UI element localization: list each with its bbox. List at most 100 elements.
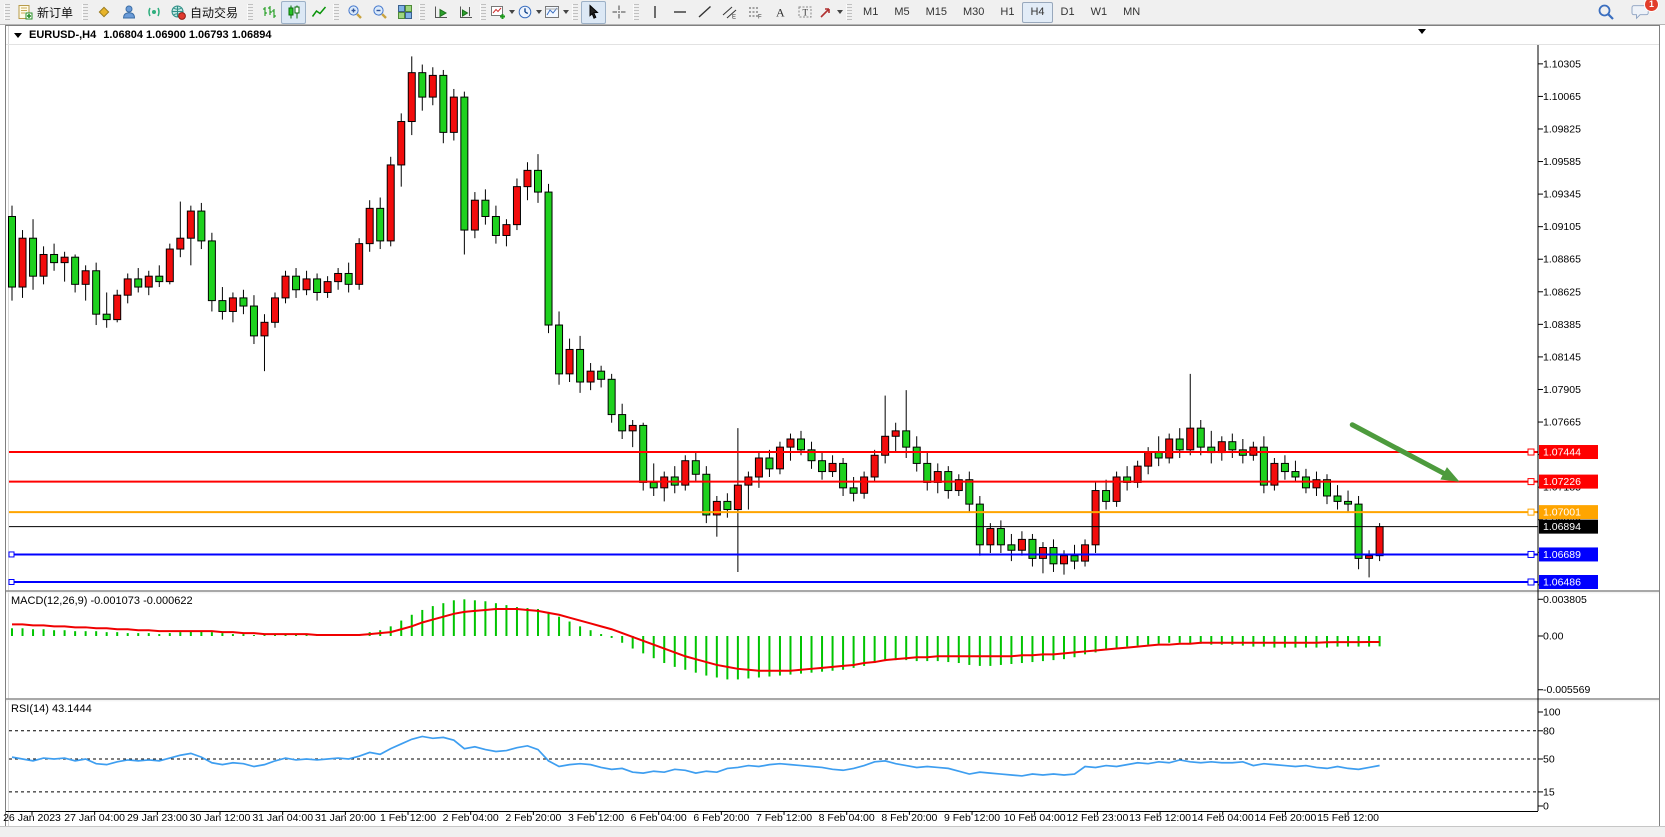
arrows-icon — [818, 4, 834, 20]
tile-windows-button[interactable] — [392, 1, 417, 24]
tf-D1-label: D1 — [1061, 6, 1075, 18]
line-anchor-icon[interactable] — [9, 579, 14, 584]
zoom-in-button[interactable] — [342, 1, 367, 24]
navigator-button[interactable] — [116, 1, 141, 24]
svg-text:3 Feb 12:00: 3 Feb 12:00 — [568, 812, 624, 824]
svg-text:10 Feb 04:00: 10 Feb 04:00 — [1004, 812, 1066, 824]
text-label-button[interactable]: T — [792, 1, 817, 24]
chart-canvas[interactable]: 1.103051.100651.098251.095851.093451.091… — [0, 0, 1665, 837]
svg-text:12 Feb 23:00: 12 Feb 23:00 — [1066, 812, 1128, 824]
cursor-button[interactable] — [581, 1, 606, 24]
bars-chart-icon — [261, 4, 277, 20]
templates-dropdown-caret[interactable] — [563, 10, 569, 14]
symbol-dropdown-icon[interactable] — [14, 33, 22, 38]
signals-button[interactable] — [141, 1, 166, 24]
search-button[interactable] — [1593, 1, 1618, 24]
trendline-button[interactable] — [692, 1, 717, 24]
new-order-button[interactable]: 新订单 — [13, 1, 80, 24]
fibonacci-icon: F — [747, 4, 763, 20]
crosshair-icon — [611, 4, 627, 20]
zoom-out-button[interactable] — [367, 1, 392, 24]
svg-text:0: 0 — [1543, 801, 1549, 813]
auto-trading-button[interactable]: 自动交易 — [166, 1, 245, 24]
tf-M1-button[interactable]: M1 — [855, 2, 886, 23]
toolbar-right: 1 — [1593, 1, 1663, 24]
tf-D1-button[interactable]: D1 — [1053, 2, 1083, 23]
svg-text:1.08625: 1.08625 — [1543, 286, 1581, 298]
toolbar-grip — [480, 4, 486, 20]
arrows-button[interactable] — [817, 1, 844, 24]
bars-chart-button[interactable] — [256, 1, 281, 24]
new-order-icon — [17, 4, 33, 20]
crosshair-button[interactable] — [606, 1, 631, 24]
chart-shift-icon — [458, 4, 474, 20]
cursor-icon — [586, 4, 602, 20]
chart-symbol-period: EURUSD-,H4 — [29, 29, 96, 41]
auto-trading-icon — [170, 4, 186, 20]
indicators-icon — [490, 4, 506, 20]
periods-button[interactable] — [516, 1, 543, 24]
templates-icon — [544, 4, 560, 20]
market-watch-button[interactable] — [91, 1, 116, 24]
signals-icon — [146, 4, 162, 20]
text-label-icon: T — [797, 4, 813, 20]
svg-text:30 Jan 12:00: 30 Jan 12:00 — [190, 812, 251, 824]
tf-MN-button[interactable]: MN — [1115, 2, 1148, 23]
auto-scroll-button[interactable] — [428, 1, 453, 24]
tf-M30-label: M30 — [963, 6, 984, 18]
tf-M15-button[interactable]: M15 — [918, 2, 955, 23]
trendline-icon — [697, 4, 713, 20]
tf-W1-label: W1 — [1091, 6, 1108, 18]
svg-text:1.08385: 1.08385 — [1543, 319, 1581, 331]
tf-W1-button[interactable]: W1 — [1083, 2, 1116, 23]
chart-titlebar[interactable]: EURUSD-,H4 1.06804 1.06900 1.06793 1.068… — [14, 27, 271, 43]
tf-M1-label: M1 — [863, 6, 878, 18]
application-window: 1.103051.100651.098251.095851.093451.091… — [0, 0, 1665, 837]
svg-text:1 Feb 12:00: 1 Feb 12:00 — [380, 812, 436, 824]
line-chart-button[interactable] — [306, 1, 331, 24]
svg-text:2 Feb 20:00: 2 Feb 20:00 — [505, 812, 561, 824]
notifications-button[interactable]: 1 — [1628, 1, 1653, 24]
auto-trading-label: 自动交易 — [190, 4, 238, 21]
svg-text:1.09345: 1.09345 — [1543, 189, 1581, 201]
toolbar-grip — [247, 4, 253, 20]
line-chart-icon — [311, 4, 327, 20]
indicators-button[interactable] — [489, 1, 516, 24]
templates-button[interactable] — [543, 1, 570, 24]
periods-dropdown-caret[interactable] — [536, 10, 542, 14]
tf-M5-label: M5 — [894, 6, 909, 18]
svg-text:8 Feb 20:00: 8 Feb 20:00 — [881, 812, 937, 824]
svg-text:7 Feb 12:00: 7 Feb 12:00 — [756, 812, 812, 824]
horizontal-line-button[interactable] — [667, 1, 692, 24]
svg-text:13 Feb 12:00: 13 Feb 12:00 — [1129, 812, 1191, 824]
toolbar-grip — [4, 4, 10, 20]
notification-badge: 1 — [1644, 0, 1659, 12]
chart-shift-button[interactable] — [453, 1, 478, 24]
periods-icon — [517, 4, 533, 20]
vertical-line-button[interactable] — [642, 1, 667, 24]
tf-H1-label: H1 — [1000, 6, 1014, 18]
svg-text:E: E — [732, 15, 736, 21]
tf-M5-button[interactable]: M5 — [886, 2, 917, 23]
toolbar: 新订单 自动交易 E FAT M1 M5 M15 M30 H1 H4 D1 W1 MN 1 — [0, 0, 1665, 25]
chart-menu-caret-icon[interactable] — [1418, 29, 1426, 34]
tf-M30-button[interactable]: M30 — [955, 2, 992, 23]
arrows-dropdown-caret[interactable] — [837, 10, 843, 14]
equidistant-channel-icon: E — [722, 4, 738, 20]
candles-chart-button[interactable] — [281, 1, 306, 24]
equidistant-channel-button[interactable]: E — [717, 1, 742, 24]
text-button[interactable]: A — [767, 1, 792, 24]
tf-H1-button[interactable]: H1 — [992, 2, 1022, 23]
toolbar-grip — [572, 4, 578, 20]
tf-H4-button[interactable]: H4 — [1022, 2, 1052, 23]
fibonacci-button[interactable]: F — [742, 1, 767, 24]
market-watch-icon — [96, 4, 112, 20]
svg-text:1.06486: 1.06486 — [1543, 576, 1581, 588]
tf-MN-label: MN — [1123, 6, 1140, 18]
svg-text:14 Feb 20:00: 14 Feb 20:00 — [1254, 812, 1316, 824]
candles-chart-icon — [286, 4, 302, 20]
line-anchor-icon[interactable] — [9, 552, 14, 557]
svg-text:15: 15 — [1543, 786, 1555, 798]
indicators-dropdown-caret[interactable] — [509, 10, 515, 14]
svg-text:1.09585: 1.09585 — [1543, 156, 1581, 168]
